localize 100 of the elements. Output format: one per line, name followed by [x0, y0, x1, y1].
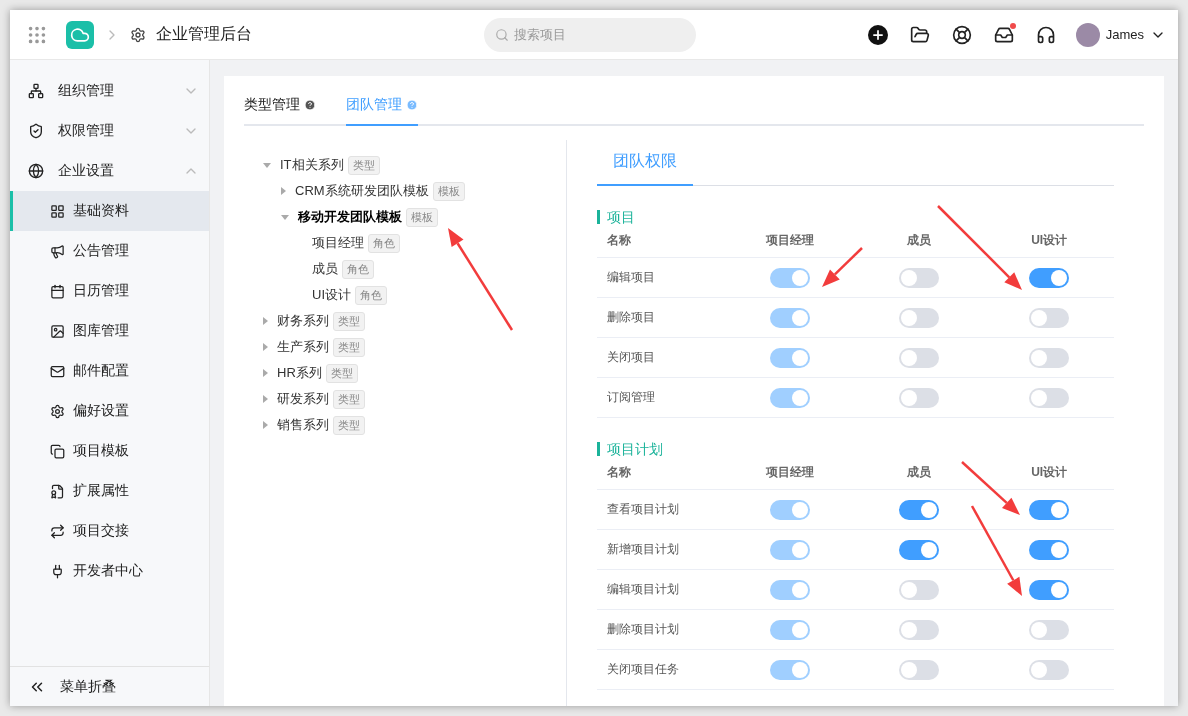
toggle-switch[interactable]	[1029, 539, 1070, 560]
permission-name: 新增项目计划	[597, 530, 725, 570]
toggle-switch[interactable]	[1029, 619, 1070, 640]
submenu-item[interactable]: 公告管理	[10, 231, 209, 271]
submenu-label: 邮件配置	[73, 362, 130, 380]
submenu-item[interactable]: 项目交接	[10, 511, 209, 551]
tree-node[interactable]: CRM系统研发团队模板 模板	[276, 178, 566, 204]
grid-icon	[50, 203, 65, 219]
globe-icon	[28, 163, 44, 179]
node-label: 销售系列	[277, 416, 329, 434]
menu-label: 组织管理	[58, 82, 115, 100]
menu-label: 企业设置	[58, 162, 115, 180]
help-icon	[406, 99, 418, 111]
column-header: 名称	[597, 224, 725, 258]
node-label: CRM系统研发团队模板	[295, 182, 429, 200]
tab[interactable]: 类型管理	[244, 96, 316, 126]
toggle-switch[interactable]	[1029, 267, 1070, 288]
submenu-item[interactable]: 项目模板	[10, 431, 209, 471]
copy-icon	[50, 443, 65, 459]
toggle-switch[interactable]	[899, 267, 940, 288]
collapse-menu-button[interactable]: 菜单折叠	[10, 666, 209, 706]
node-tag: 类型	[333, 337, 365, 357]
toggle-switch[interactable]	[899, 347, 940, 368]
toggle-switch[interactable]	[899, 539, 940, 560]
node-tag: 角色	[342, 259, 374, 279]
image-icon	[50, 323, 65, 339]
permission-name: 编辑项目计划	[597, 570, 725, 610]
column-header: 名称	[597, 456, 725, 490]
plug-icon	[50, 563, 65, 579]
permission-name: 删除项目计划	[597, 610, 725, 650]
node-label: 财务系列	[277, 312, 329, 330]
node-label: 移动开发团队模板	[298, 208, 402, 226]
tree-node[interactable]: HR系列 类型	[258, 360, 566, 386]
hierarchy-icon	[28, 83, 44, 99]
submenu-item[interactable]: 开发者中心	[10, 551, 209, 591]
document-icon	[50, 483, 65, 499]
toggle-switch[interactable]	[1029, 387, 1070, 408]
section-title: 项目	[597, 210, 1114, 224]
help-icon	[304, 99, 316, 111]
submenu-label: 项目模板	[73, 442, 130, 460]
node-label: 研发系列	[277, 390, 329, 408]
menu-label: 权限管理	[58, 122, 115, 140]
toggle-switch[interactable]	[899, 659, 940, 680]
permission-name: 编辑项目	[597, 258, 725, 298]
node-label: 生产系列	[277, 338, 329, 356]
toggle-switch[interactable]	[1029, 307, 1070, 328]
permission-name: 查看项目计划	[597, 490, 725, 530]
submenu-label: 基础资料	[73, 202, 130, 220]
menu-item[interactable]: 组织管理	[10, 71, 209, 111]
node-tag: 类型	[333, 389, 365, 409]
permission-name: 删除项目	[597, 298, 725, 338]
toggle-switch[interactable]	[899, 579, 940, 600]
toggle-switch[interactable]	[1029, 347, 1070, 368]
toggle-switch[interactable]	[1029, 579, 1070, 600]
envelope-icon	[50, 363, 65, 379]
toggle-switch[interactable]	[899, 307, 940, 328]
column-header: UI设计	[984, 456, 1114, 490]
node-tag: 角色	[355, 285, 387, 305]
tree-node[interactable]: 移动开发团队模板 模板	[276, 204, 566, 230]
toggle-switch[interactable]	[899, 387, 940, 408]
submenu-item[interactable]: 基础资料	[10, 191, 209, 231]
submenu-label: 开发者中心	[73, 562, 144, 580]
annotation-arrow	[822, 247, 863, 287]
search-icon	[495, 27, 509, 42]
toggle-switch[interactable]	[899, 619, 940, 640]
tree-node[interactable]: 项目经理 角色	[294, 230, 566, 256]
menu-item[interactable]: 企业设置	[10, 151, 209, 191]
cloud-logo-icon	[66, 20, 94, 49]
search-field[interactable]: 搜索项目	[484, 17, 696, 52]
submenu-label: 图库管理	[73, 322, 130, 340]
permission-name: 关闭项目	[597, 338, 725, 378]
tree-node[interactable]: 销售系列 类型	[258, 412, 566, 438]
node-label: HR系列	[277, 364, 322, 382]
gear-icon	[50, 403, 65, 419]
submenu-label: 日历管理	[73, 282, 130, 300]
permission-name: 关闭项目任务	[597, 650, 725, 690]
toggle-switch[interactable]	[899, 499, 940, 520]
tree-node[interactable]: 成员 角色	[294, 256, 566, 282]
column-header: UI设计	[984, 224, 1114, 258]
node-tag: 类型	[333, 415, 365, 435]
tree-node[interactable]: 生产系列 类型	[258, 334, 566, 360]
submenu-item[interactable]: 扩展属性	[10, 471, 209, 511]
menu-item[interactable]: 权限管理	[10, 111, 209, 151]
tree-node[interactable]: IT相关系列 类型	[258, 152, 566, 178]
submenu-item[interactable]: 日历管理	[10, 271, 209, 311]
column-header: 项目经理	[725, 224, 855, 258]
submenu-item[interactable]: 偏好设置	[10, 391, 209, 431]
column-header: 成员	[854, 456, 985, 490]
node-label: 成员	[312, 260, 338, 278]
tree-node[interactable]: 财务系列 类型	[258, 308, 566, 334]
submenu-item[interactable]: 邮件配置	[10, 351, 209, 391]
toggle-switch[interactable]	[1029, 499, 1070, 520]
tree-node[interactable]: 研发系列 类型	[258, 386, 566, 412]
submenu-label: 公告管理	[73, 242, 130, 260]
permission-name: 订阅管理	[597, 378, 725, 418]
toggle-switch[interactable]	[1029, 659, 1070, 680]
tree-node[interactable]: UI设计 角色	[294, 282, 566, 308]
node-tag: 类型	[333, 311, 365, 331]
submenu-item[interactable]: 图库管理	[10, 311, 209, 351]
user-menu[interactable]: James	[1075, 22, 1166, 47]
